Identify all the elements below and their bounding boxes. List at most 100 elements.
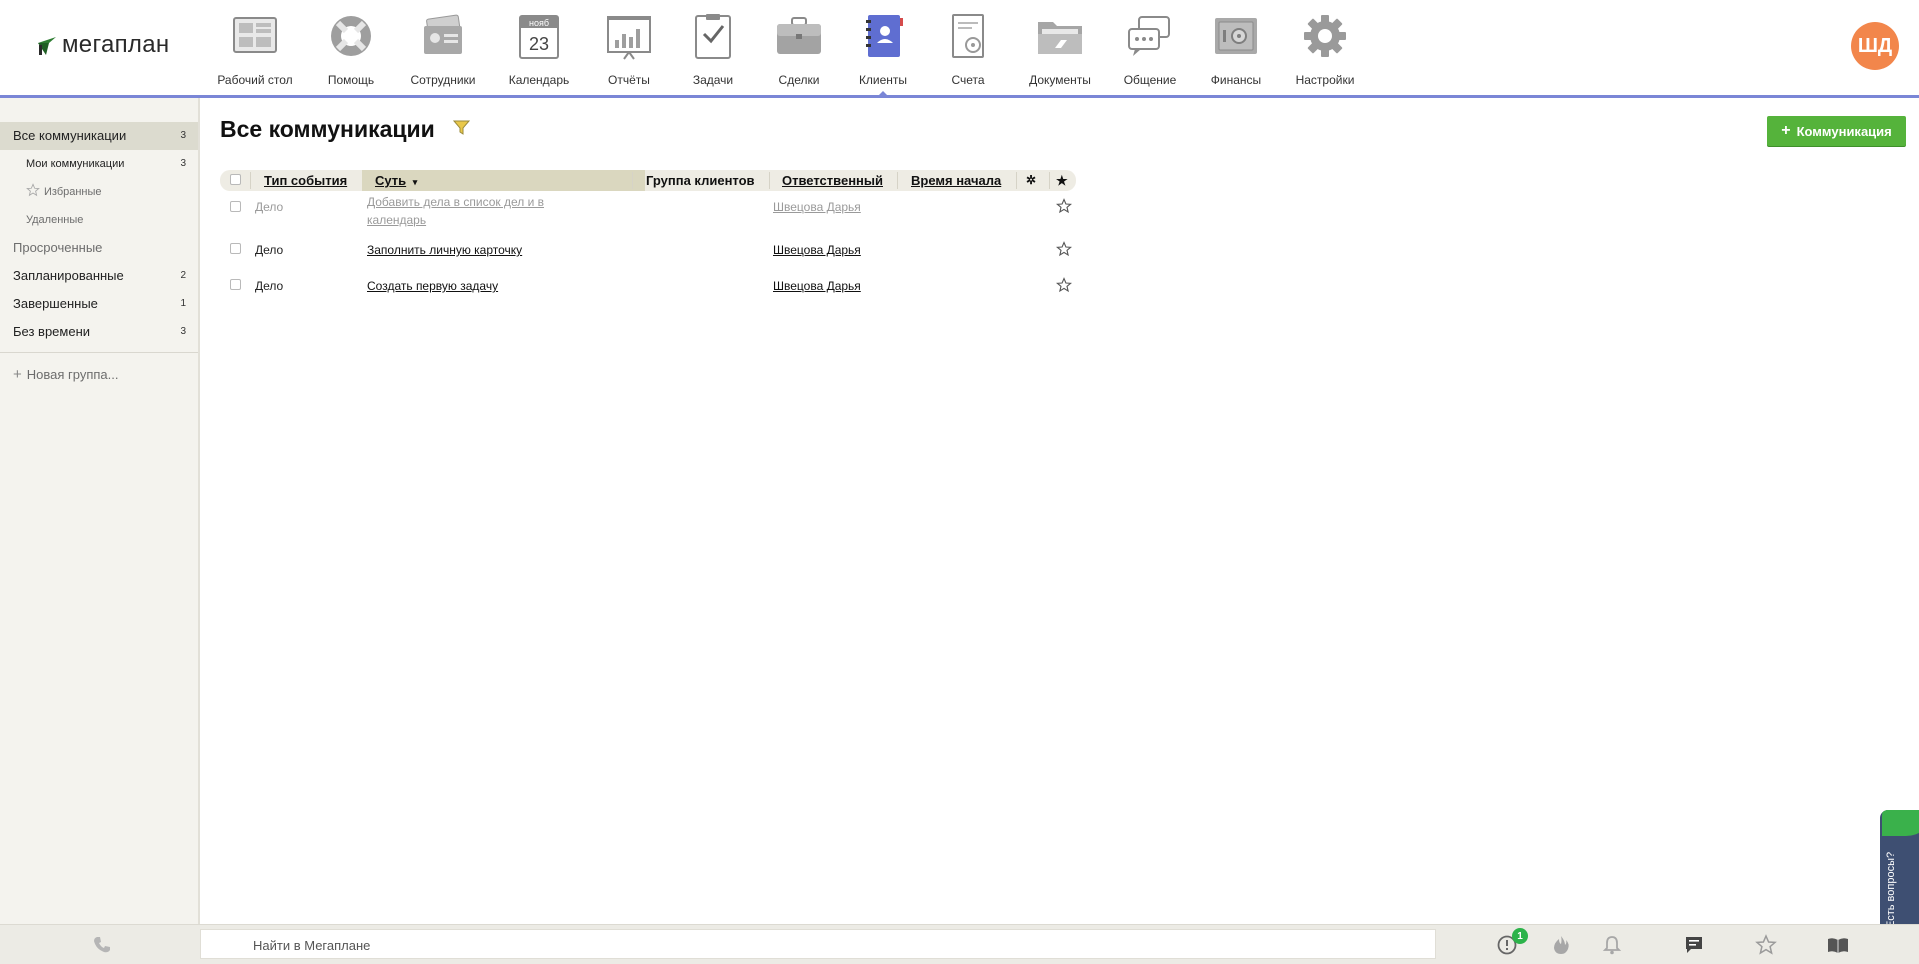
nav-label: Документы bbox=[1029, 73, 1091, 87]
phone-icon[interactable] bbox=[91, 934, 113, 956]
plus-icon: + bbox=[1781, 122, 1791, 139]
nav-label: Календарь bbox=[508, 73, 570, 87]
table-row[interactable]: Дело Создать первую задачу Швецова Дарья bbox=[220, 270, 1076, 306]
top-navigation: мегаплан Рабочий стол Помощь Сотрудники … bbox=[0, 0, 1919, 98]
nav-clients[interactable]: Клиенты bbox=[835, 10, 931, 97]
row-type: Дело bbox=[255, 243, 284, 257]
column-header-client-group[interactable]: Группа клиентов bbox=[646, 170, 755, 191]
nav-communication[interactable]: Общение bbox=[1102, 10, 1198, 88]
row-subject-link[interactable]: Создать первую задачу bbox=[367, 279, 498, 293]
star-icon bbox=[26, 183, 40, 197]
column-favorites-star-icon[interactable]: ★ bbox=[1056, 170, 1068, 191]
table-row[interactable]: Дело Заполнить личную карточку Швецова Д… bbox=[220, 234, 1076, 270]
row-type: Дело bbox=[255, 279, 284, 293]
nav-help[interactable]: Помощь bbox=[303, 10, 399, 88]
sidebar-item-label: Удаленные bbox=[26, 214, 84, 226]
sidebar-item-all-communications[interactable]: Все коммуникации 3 bbox=[0, 122, 198, 150]
table-row[interactable]: Дело Добавить дела в список дел и в кале… bbox=[220, 191, 1076, 234]
invoice-icon bbox=[952, 14, 984, 58]
sidebar-item-label: Мои коммуникации bbox=[26, 158, 125, 170]
subject-line: Добавить дела в список дел и в bbox=[367, 195, 544, 209]
gear-icon bbox=[1304, 15, 1346, 57]
help-label: Есть вопросы? bbox=[1885, 851, 1897, 928]
select-all-checkbox[interactable] bbox=[230, 174, 241, 185]
nav-label: Отчёты bbox=[608, 73, 650, 87]
nav-employees[interactable]: Сотрудники bbox=[395, 10, 491, 88]
chat-icon[interactable] bbox=[1683, 934, 1705, 956]
column-label: Группа клиентов bbox=[646, 173, 755, 188]
add-communication-button[interactable]: + Коммуникация bbox=[1767, 116, 1906, 146]
subject-line: календарь bbox=[367, 213, 427, 227]
header-separator bbox=[769, 172, 770, 189]
star-icon[interactable] bbox=[1056, 241, 1072, 257]
nav-label: Счета bbox=[951, 73, 985, 87]
nav-label: Помощь bbox=[327, 73, 375, 87]
nav-settings[interactable]: Настройки bbox=[1277, 10, 1373, 88]
header-separator bbox=[897, 172, 898, 189]
sidebar-item-count: 3 bbox=[180, 326, 186, 337]
column-header-responsible[interactable]: Ответственный bbox=[782, 170, 883, 191]
sidebar-divider bbox=[0, 352, 198, 353]
nav-label: Задачи bbox=[692, 73, 734, 87]
star-icon[interactable] bbox=[1056, 198, 1072, 214]
sidebar-item-my-communications[interactable]: Мои коммуникации 3 bbox=[0, 150, 198, 178]
contacts-book-icon bbox=[866, 15, 903, 57]
report-chart-icon bbox=[607, 16, 651, 60]
sidebar-item-overdue[interactable]: Просроченные bbox=[0, 234, 198, 262]
filter-icon[interactable] bbox=[453, 119, 470, 136]
sidebar-item-favorites[interactable]: Избранные bbox=[0, 178, 198, 206]
sidebar-item-completed[interactable]: Завершенные 1 bbox=[0, 290, 198, 318]
nav-deals[interactable]: Сделки bbox=[751, 10, 847, 88]
megaplan-logo[interactable]: мегаплан bbox=[36, 30, 169, 60]
nav-invoices[interactable]: Счета bbox=[920, 10, 1016, 88]
user-avatar[interactable]: ШД bbox=[1851, 22, 1899, 70]
sidebar-new-group[interactable]: + Новая группа... bbox=[0, 361, 198, 389]
column-header-start-time[interactable]: Время начала bbox=[911, 170, 1001, 191]
column-settings-gear-icon[interactable]: ✲ bbox=[1026, 170, 1036, 191]
search-input[interactable] bbox=[251, 930, 1355, 960]
sidebar-item-deleted[interactable]: Удаленные bbox=[0, 206, 198, 234]
row-subject-link[interactable]: Заполнить личную карточку bbox=[367, 243, 522, 257]
row-checkbox[interactable] bbox=[230, 243, 241, 254]
sidebar-item-no-time[interactable]: Без времени 3 bbox=[0, 318, 198, 346]
bottom-bar bbox=[0, 924, 1919, 964]
row-responsible-link[interactable]: Швецова Дарья bbox=[773, 243, 861, 257]
sidebar-item-label: Без времени bbox=[13, 324, 91, 339]
row-subject-link[interactable]: Добавить дела в список дел и в календарь bbox=[367, 193, 544, 229]
leaf-decoration bbox=[1882, 810, 1919, 836]
page-title: Все коммуникации bbox=[220, 116, 435, 142]
nav-finance[interactable]: Финансы bbox=[1188, 10, 1284, 88]
favorites-star-icon[interactable] bbox=[1755, 934, 1777, 956]
header-separator bbox=[1049, 172, 1050, 189]
row-responsible-link[interactable]: Швецова Дарья bbox=[773, 279, 861, 293]
nav-desktop[interactable]: Рабочий стол bbox=[207, 10, 303, 88]
nav-reports[interactable]: Отчёты bbox=[581, 10, 677, 88]
bell-icon[interactable] bbox=[1601, 934, 1623, 956]
global-search[interactable] bbox=[200, 929, 1436, 960]
communications-table: Тип события Суть ▾ Группа клиентов Ответ… bbox=[220, 170, 1076, 306]
sidebar-item-planned[interactable]: Запланированные 2 bbox=[0, 262, 198, 290]
help-tab[interactable]: Есть вопросы? bbox=[1880, 810, 1919, 934]
row-checkbox[interactable] bbox=[230, 201, 241, 212]
row-responsible-link[interactable]: Швецова Дарья bbox=[773, 200, 861, 214]
fire-icon[interactable] bbox=[1550, 934, 1572, 956]
nav-tasks[interactable]: Задачи bbox=[665, 10, 761, 88]
safe-icon bbox=[1215, 18, 1257, 54]
sidebar-item-count: 2 bbox=[180, 270, 186, 281]
nav-label: Клиенты bbox=[858, 73, 908, 87]
star-icon[interactable] bbox=[1056, 277, 1072, 293]
book-icon[interactable] bbox=[1827, 934, 1849, 956]
add-button-label: Коммуникация bbox=[1796, 123, 1892, 139]
nav-documents[interactable]: Документы bbox=[1012, 10, 1108, 88]
logo-text: мегаплан bbox=[62, 31, 170, 58]
nav-label: Сделки bbox=[778, 73, 820, 87]
row-checkbox[interactable] bbox=[230, 279, 241, 290]
nav-label: Настройки bbox=[1295, 73, 1355, 87]
nav-calendar[interactable]: нояб 23 Календарь bbox=[491, 10, 587, 88]
row-type: Дело bbox=[255, 200, 284, 214]
nav-label: Общение bbox=[1123, 73, 1177, 87]
nav-label: Финансы bbox=[1210, 73, 1262, 87]
task-clipboard-icon bbox=[695, 14, 731, 59]
column-header-type[interactable]: Тип события bbox=[264, 170, 347, 191]
column-header-subject[interactable]: Суть ▾ bbox=[362, 170, 645, 191]
